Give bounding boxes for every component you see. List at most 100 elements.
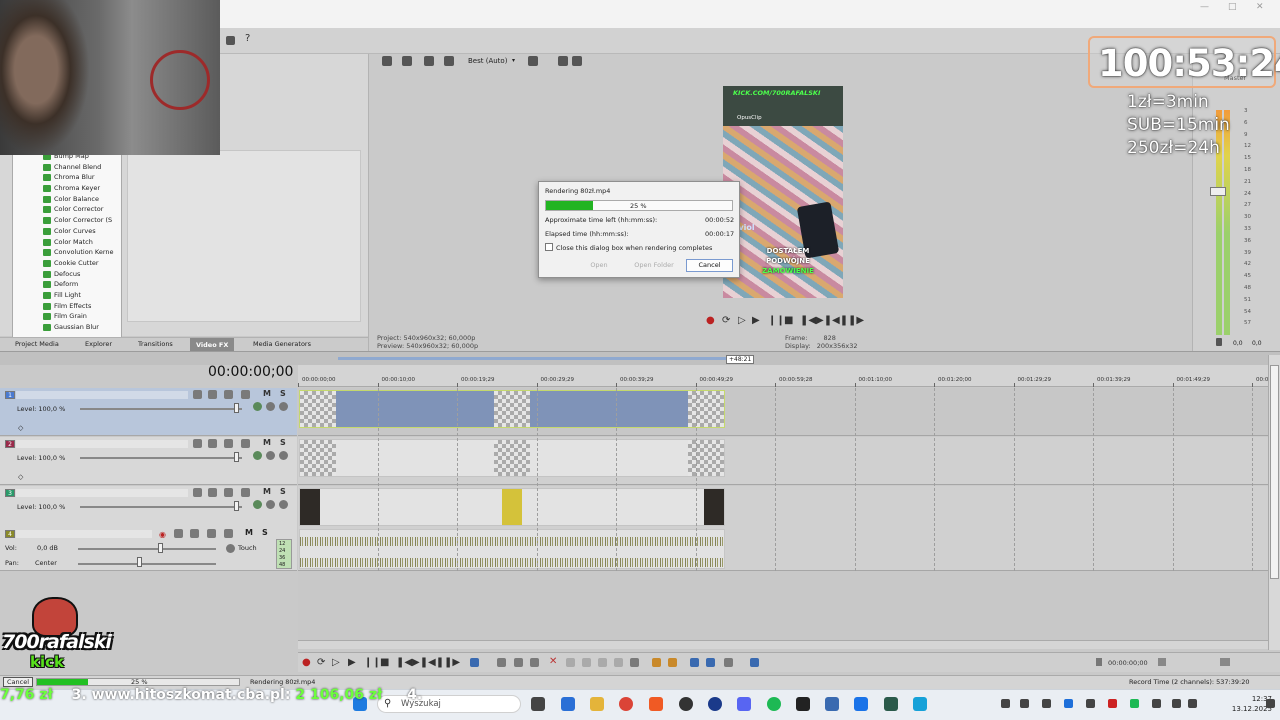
pause-icon[interactable]: ❙❙ — [768, 315, 785, 326]
copy-snapshot-icon[interactable] — [558, 56, 568, 66]
tray-app-icon[interactable] — [1108, 699, 1117, 708]
tray-spotify-icon[interactable] — [1130, 699, 1139, 708]
fx-list-item[interactable]: Color Match — [13, 237, 121, 248]
fx-list-item[interactable]: Deform — [13, 279, 121, 290]
record-icon[interactable]: ● — [706, 315, 715, 326]
mute-button[interactable]: M — [263, 487, 271, 496]
fx-list-item[interactable]: Convolution Kerne — [13, 247, 121, 258]
status-cancel-button[interactable]: Cancel — [3, 677, 34, 687]
overlays-icon[interactable] — [444, 56, 454, 66]
vertical-scroll-thumb[interactable] — [1270, 365, 1279, 579]
auto-ripple-icon[interactable] — [724, 658, 733, 667]
track-level-knob[interactable] — [234, 452, 239, 462]
stop-icon[interactable]: ■ — [380, 657, 389, 668]
app-icon-3[interactable] — [884, 697, 898, 711]
tray-app-icon[interactable] — [1152, 699, 1161, 708]
track-fx-icon[interactable] — [193, 488, 202, 497]
fx-list-item[interactable]: Cookie Cutter — [13, 258, 121, 269]
track-lane-4-audio[interactable] — [298, 527, 1268, 571]
lock-icon[interactable] — [1216, 338, 1222, 346]
close-icon[interactable]: ✕ — [1256, 2, 1264, 12]
timeline-ruler[interactable]: 00:00:00;00 00:00:10;00 00:00:19;29 00:00:2… — [298, 365, 1280, 387]
go-to-start-icon[interactable]: ❚◀ — [800, 315, 816, 326]
pause-icon[interactable]: ❙❙ — [364, 657, 381, 668]
fx-list-item[interactable]: Film Effects — [13, 301, 121, 312]
video-clip[interactable] — [299, 390, 725, 428]
delete-icon[interactable]: ✕ — [549, 656, 557, 667]
fx-list-item[interactable]: Color Corrector (S — [13, 215, 121, 226]
track-name-field[interactable] — [16, 440, 188, 448]
track-fx-icon[interactable] — [193, 439, 202, 448]
master-fader[interactable] — [1210, 187, 1226, 196]
track-name-field[interactable] — [16, 530, 152, 538]
invert-phase-icon[interactable] — [207, 529, 216, 538]
selection-tool-icon[interactable] — [514, 658, 523, 667]
insert-marker-icon[interactable] — [652, 658, 661, 667]
app-icon-2[interactable] — [854, 697, 868, 711]
track-lane-2[interactable] — [298, 437, 1268, 485]
track-settings-icon[interactable] — [241, 390, 250, 399]
calculator-icon[interactable] — [825, 697, 839, 711]
split-icon[interactable] — [614, 658, 623, 667]
timeline-horizontal-scrollbar[interactable] — [298, 640, 1268, 649]
fx-list-item[interactable]: Color Curves — [13, 226, 121, 237]
track-settings-icon[interactable] — [224, 529, 233, 538]
close-when-done-checkbox[interactable] — [545, 243, 553, 251]
track-name-field[interactable] — [16, 391, 188, 399]
grid-icon[interactable] — [528, 56, 538, 66]
track-level-knob[interactable] — [234, 501, 239, 511]
normal-edit-tool-icon[interactable] — [470, 658, 479, 667]
make-compositing-parent-icon[interactable] — [279, 451, 288, 460]
split-screen-icon[interactable] — [424, 56, 434, 66]
track-motion-icon[interactable] — [208, 390, 217, 399]
taskbar-clock[interactable]: 12:37 13.12.2025 — [1222, 694, 1272, 714]
automation-icon[interactable] — [226, 544, 235, 553]
cancel-render-button[interactable]: Cancel — [686, 259, 733, 272]
mute-button[interactable]: M — [263, 438, 271, 447]
track-motion-icon[interactable] — [208, 439, 217, 448]
notepad-icon[interactable] — [913, 697, 927, 711]
track-level-knob[interactable] — [234, 403, 239, 413]
tab-transitions[interactable]: Transitions — [138, 340, 173, 348]
play-icon[interactable]: ▶ — [348, 657, 356, 668]
track-motion-icon[interactable] — [208, 488, 217, 497]
trim-icon[interactable] — [566, 658, 575, 667]
spotify-icon[interactable] — [767, 697, 781, 711]
fx-list-item[interactable]: Color Balance — [13, 194, 121, 205]
fx-list-item[interactable]: Fill Light — [13, 290, 121, 301]
track-level-slider[interactable] — [80, 506, 242, 508]
expand-keyframes-icon[interactable]: ◇ — [18, 424, 23, 432]
widgets-icon[interactable] — [561, 697, 575, 711]
tray-app-icon[interactable] — [1042, 699, 1051, 708]
composite-child-icon[interactable] — [253, 500, 262, 509]
mute-button[interactable]: M — [263, 389, 271, 398]
solo-button[interactable]: S — [280, 487, 286, 496]
make-compositing-parent-icon[interactable] — [279, 500, 288, 509]
composite-child-icon[interactable] — [253, 451, 262, 460]
fx-list-item[interactable]: Channel Blend — [13, 162, 121, 173]
fx-list-item[interactable]: Chroma Keyer — [13, 183, 121, 194]
fx-tree-list[interactable]: Bump Map Channel Blend Chroma Blur Chroma K… — [12, 150, 122, 338]
vegas-icon[interactable] — [796, 697, 810, 711]
go-to-start-icon[interactable]: ❚◀ — [396, 657, 412, 668]
tab-project-media[interactable]: Project Media — [15, 340, 59, 348]
keyboard-icon[interactable] — [1220, 658, 1230, 666]
pan-slider-knob[interactable] — [137, 557, 142, 567]
solo-button[interactable]: S — [280, 438, 286, 447]
go-to-end-icon[interactable]: ▶❚ — [412, 657, 428, 668]
discord-icon[interactable] — [737, 697, 751, 711]
compositing-icon[interactable] — [224, 439, 233, 448]
envelope-tool-icon[interactable] — [497, 658, 506, 667]
tab-video-fx[interactable]: Video FX — [190, 338, 235, 351]
track-level-slider[interactable] — [80, 457, 242, 459]
track-settings-icon[interactable] — [241, 488, 250, 497]
pan-slider[interactable] — [78, 563, 216, 565]
track-header-4-audio[interactable]: 4 ◉ M S Vol: 0,0 dB Touch Pan: Center 12… — [0, 527, 297, 571]
record-icon[interactable]: ● — [302, 657, 311, 668]
audio-clip[interactable] — [299, 529, 725, 569]
minimize-icon[interactable]: — — [1200, 2, 1209, 12]
next-frame-icon[interactable]: ❚▶ — [848, 315, 864, 326]
file-explorer-icon[interactable] — [590, 697, 604, 711]
composite-mode-icon[interactable] — [266, 500, 275, 509]
fx-list-item[interactable]: Chroma Blur — [13, 172, 121, 183]
